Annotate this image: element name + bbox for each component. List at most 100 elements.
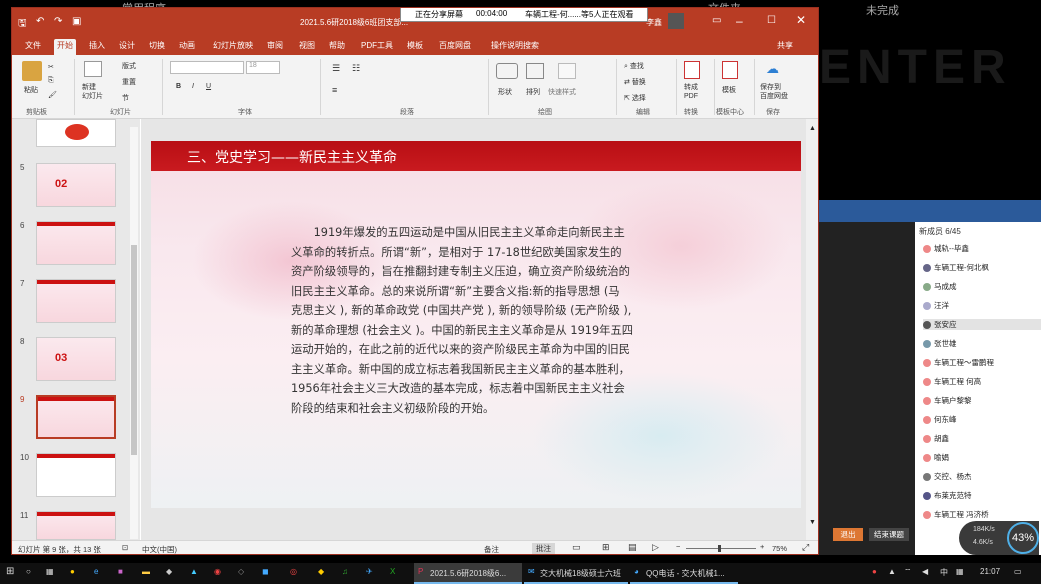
baidu-cloud-icon[interactable]: ☁ (766, 61, 784, 77)
netease-icon[interactable]: ◎ (290, 567, 297, 576)
minimize-button[interactable]: – (736, 14, 743, 28)
normal-view-icon[interactable]: ▭ (572, 542, 581, 553)
ime-indicator[interactable]: 中 (940, 567, 948, 578)
shapes-button[interactable]: 形状 (498, 87, 512, 97)
tab-slideshow[interactable]: 幻灯片放映 (210, 39, 256, 55)
thumb-scrollbar[interactable] (130, 127, 138, 539)
cut-icon[interactable]: ✂ (48, 63, 54, 71)
section-button[interactable]: 节 (122, 93, 129, 103)
slide-thumbnail-5[interactable]: 02 (36, 163, 116, 207)
reading-view-icon[interactable]: ▤ (628, 542, 637, 553)
slide-thumbnail-11[interactable] (36, 511, 116, 540)
quick-styles-icon[interactable] (558, 63, 576, 79)
slide[interactable]: 三、党史学习——新民主主义革命 1919年爆发的五四运动是中国从旧民主主义革命走… (151, 141, 801, 508)
share-viewers[interactable]: 车辆工程-何......等5人正在观看 (525, 9, 633, 20)
clock[interactable]: 21:07 (980, 567, 1000, 576)
member-name[interactable]: 马成成 (934, 282, 957, 291)
arrange-icon[interactable] (526, 63, 544, 79)
sorter-view-icon[interactable]: ⊞ (602, 542, 610, 553)
zoom-slider[interactable] (686, 545, 756, 552)
member-name[interactable]: 张世雄 (934, 339, 957, 348)
slide-thumbnail-9-selected[interactable] (36, 395, 116, 439)
paste-button[interactable]: 粘贴 (24, 85, 38, 95)
folder-icon[interactable]: ▬ (142, 567, 150, 576)
font-name-input[interactable] (170, 61, 244, 74)
start-windows-icon[interactable]: ⊞ (6, 566, 14, 577)
slide-body-text[interactable]: 1919年爆发的五四运动是中国从旧民主主义革命走向新民主主 义革命的转折点。所谓… (291, 223, 671, 418)
notes-button[interactable]: 备注 (484, 544, 499, 554)
redo-icon[interactable]: ↷ (54, 16, 62, 27)
bullets-icon[interactable]: ☰ (332, 63, 340, 74)
font-size-input[interactable]: 18 (246, 61, 280, 74)
tab-help[interactable]: 帮助 (326, 39, 348, 55)
format-painter-icon[interactable]: 🖌 (48, 91, 57, 99)
app-icon[interactable]: ◼ (262, 567, 269, 576)
weibo-icon[interactable]: ◉ (214, 567, 221, 576)
taskbar-item-qq-call[interactable]: ◕ QQ电话 - 交大机械1... (630, 563, 738, 584)
chrome-icon[interactable]: ● (70, 567, 75, 576)
member-name[interactable]: 车辆工程 冯济桥 (934, 510, 989, 519)
new-slide-button[interactable]: 新建 幻灯片 (82, 83, 103, 101)
app-icon[interactable]: ▲ (190, 567, 198, 576)
template-icon[interactable] (722, 61, 738, 79)
tray-app-icon[interactable]: ● (872, 567, 877, 576)
task-view-icon[interactable]: ▦ (46, 567, 54, 576)
pdf-icon[interactable] (684, 61, 700, 79)
network-speed-widget[interactable]: 184K/s 4.6K/s 43% (959, 521, 1039, 555)
slide-thumbnail-10[interactable] (36, 453, 116, 497)
member-name[interactable]: 交控、杨杰 (934, 472, 972, 481)
paste-icon[interactable] (22, 61, 42, 81)
member-name[interactable]: 胡鑫 (934, 434, 949, 443)
zoom-in-icon[interactable]: + (760, 542, 764, 551)
share-button[interactable]: 共享 (774, 39, 796, 55)
scroll-down-icon[interactable]: ▼ (809, 519, 817, 527)
app-icon[interactable]: ◆ (166, 567, 172, 576)
scroll-up-icon[interactable]: ▲ (809, 125, 817, 133)
tab-animations[interactable]: 动画 (176, 39, 198, 55)
slide-thumbnail-4[interactable] (36, 119, 116, 147)
maximize-button[interactable]: ☐ (767, 15, 776, 26)
slideshow-view-icon[interactable]: ▷ (652, 542, 659, 553)
thumb-scrollbar-thumb[interactable] (131, 245, 137, 455)
language-status[interactable]: 中文(中国) (142, 544, 177, 554)
template-button[interactable]: 模板 (722, 85, 736, 95)
member-name[interactable]: 车辆户黎黎 (934, 396, 972, 405)
tab-templates[interactable]: 模板 (404, 39, 426, 55)
zoom-level[interactable]: 75% (772, 544, 787, 553)
member-name[interactable]: 车辆工程-何北枫 (934, 263, 989, 272)
slideshow-icon[interactable]: ▣ (72, 16, 81, 27)
member-name[interactable]: 汪洋 (934, 301, 949, 310)
zoom-slider-thumb[interactable] (718, 545, 721, 552)
italic-button[interactable]: I (192, 83, 194, 90)
numbering-icon[interactable]: ☷ (352, 63, 360, 74)
tab-home[interactable]: 开始 (54, 39, 76, 55)
excel-icon[interactable]: X (390, 567, 395, 576)
ribbon-display-icon[interactable]: ▭ (712, 15, 721, 26)
taskbar-item-powerpoint[interactable]: P 2021.5.6研2018级6... (414, 563, 522, 584)
thumbnail-pane[interactable]: 5 02 6 7 8 03 9 10 11 (12, 119, 140, 540)
member-name[interactable]: 城轨--毕鑫 (934, 244, 969, 253)
tell-me-search[interactable]: 操作说明搜索 (488, 39, 542, 55)
end-session-button[interactable]: 结束课题 (869, 528, 909, 541)
tray-app-icon[interactable]: ▲ (888, 567, 896, 576)
app-icon[interactable]: ■ (118, 567, 123, 576)
arrange-button[interactable]: 排列 (526, 87, 540, 97)
tray-volume-icon[interactable]: ◀ (922, 567, 928, 576)
tab-file[interactable]: 文件 (22, 39, 44, 55)
search-icon[interactable]: ○ (26, 567, 31, 576)
new-slide-icon[interactable] (84, 61, 102, 77)
select-button[interactable]: ⇱ 选择 (624, 93, 646, 103)
bold-button[interactable]: B (176, 83, 181, 90)
app-icon[interactable]: ✈ (366, 567, 373, 576)
slide-thumbnail-8[interactable]: 03 (36, 337, 116, 381)
tab-view[interactable]: 视图 (296, 39, 318, 55)
tab-pdf-tools[interactable]: PDF工具 (358, 39, 396, 55)
tab-baidu-netdisk[interactable]: 百度网盘 (436, 39, 474, 55)
member-name[interactable]: 喻娟 (934, 453, 949, 462)
tab-insert[interactable]: 插入 (86, 39, 108, 55)
undo-icon[interactable]: ↶ (36, 16, 44, 27)
slide-thumbnail-6[interactable] (36, 221, 116, 265)
comments-button[interactable]: 批注 (532, 543, 555, 554)
save-to-baidu-button[interactable]: 保存到 百度网盘 (760, 83, 788, 101)
tray-keyboard-icon[interactable]: ▦ (956, 567, 964, 576)
